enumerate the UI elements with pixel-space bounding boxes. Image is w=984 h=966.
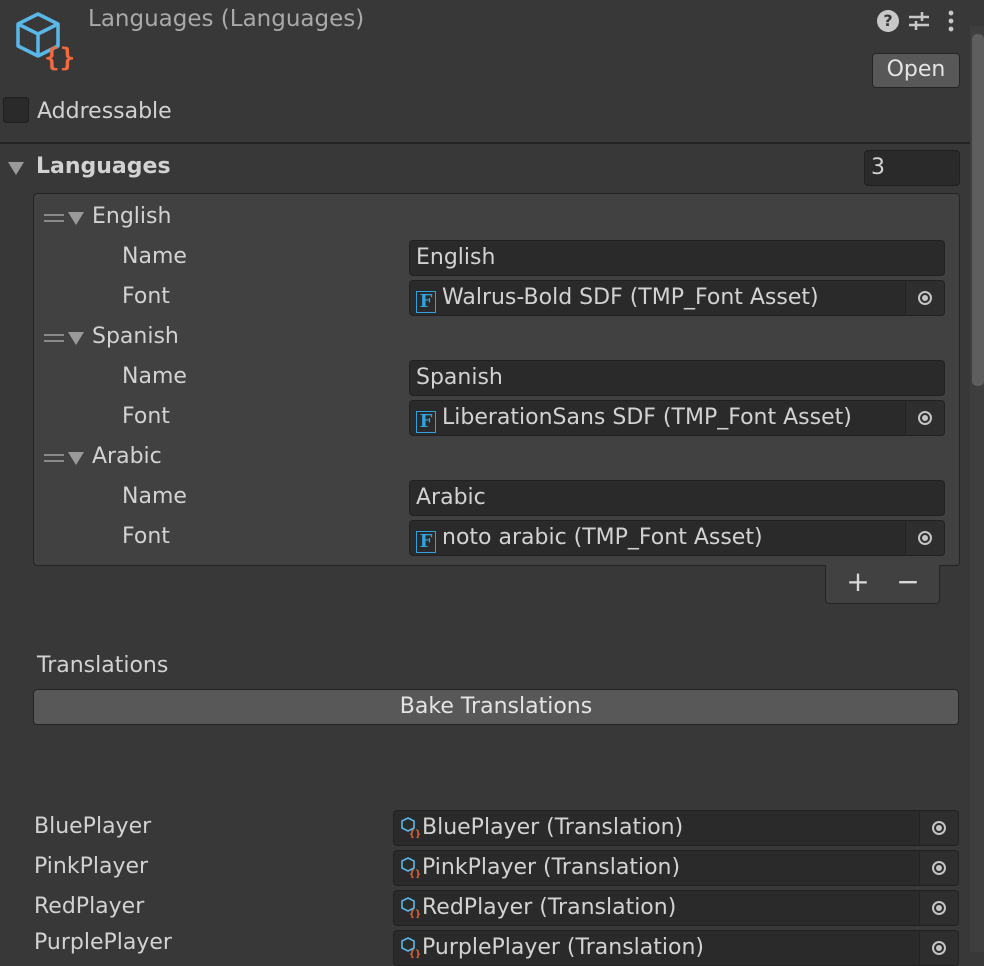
translation-asset-icon: {} xyxy=(401,937,421,960)
font-field-value: Walrus-Bold SDF (TMP_Font Asset) xyxy=(442,285,819,310)
object-picker-icon xyxy=(932,901,946,915)
translation-asset-icon: {} xyxy=(401,897,421,920)
object-picker-icon xyxy=(932,861,946,875)
name-field[interactable]: English xyxy=(409,240,945,276)
inspector-title: Languages (Languages) xyxy=(88,6,365,32)
name-label: Name xyxy=(122,484,187,509)
element-foldout-arrow[interactable] xyxy=(68,332,84,345)
player-label: PurplePlayer xyxy=(34,930,172,955)
object-picker-button[interactable] xyxy=(905,401,944,435)
translation-asset-icon: {} xyxy=(401,857,421,880)
addressable-checkbox[interactable] xyxy=(3,97,29,123)
object-picker-button[interactable] xyxy=(919,851,958,885)
svg-text:{}: {} xyxy=(409,829,420,838)
object-picker-icon xyxy=(918,531,932,545)
svg-text:{}: {} xyxy=(409,949,420,958)
object-picker-button[interactable] xyxy=(905,281,944,315)
element-foldout-arrow[interactable] xyxy=(68,452,84,465)
element-header-arabic[interactable]: Arabic xyxy=(92,444,162,469)
element-foldout-arrow[interactable] xyxy=(68,212,84,225)
bake-translations-button[interactable]: Bake Translations xyxy=(33,689,959,725)
sliders-icon[interactable] xyxy=(907,9,931,33)
translation-field[interactable]: {} PinkPlayer (Translation) xyxy=(393,850,959,886)
name-label: Name xyxy=(122,244,187,269)
translation-field[interactable]: {} BluePlayer (Translation) xyxy=(393,810,959,846)
svg-text:{}: {} xyxy=(409,869,420,878)
object-picker-icon xyxy=(932,941,946,955)
object-picker-button[interactable] xyxy=(919,811,958,845)
svg-text:{}: {} xyxy=(44,43,74,72)
font-field[interactable]: F Walrus-Bold SDF (TMP_Font Asset) xyxy=(409,280,945,316)
element-header-english[interactable]: English xyxy=(92,204,171,229)
drag-handle[interactable] xyxy=(44,453,64,463)
drag-handle[interactable] xyxy=(44,333,64,343)
object-picker-button[interactable] xyxy=(905,521,944,555)
font-label: Font xyxy=(122,524,170,549)
asset-icon: {} xyxy=(12,10,75,73)
drag-handle[interactable] xyxy=(44,213,64,223)
object-picker-button[interactable] xyxy=(919,891,958,925)
svg-text:{}: {} xyxy=(409,909,420,918)
kebab-menu-icon[interactable] xyxy=(946,10,956,34)
help-icon[interactable]: ? xyxy=(877,10,899,32)
name-label: Name xyxy=(122,364,187,389)
languages-size-field[interactable]: 3 xyxy=(864,150,960,186)
name-field[interactable]: Spanish xyxy=(409,360,945,396)
remove-element-button[interactable]: − xyxy=(895,566,921,598)
list-footer xyxy=(825,565,940,604)
font-field-value: LiberationSans SDF (TMP_Font Asset) xyxy=(442,405,852,430)
translation-asset-icon: {} xyxy=(401,817,421,840)
player-label: BluePlayer xyxy=(34,814,152,839)
font-label: Font xyxy=(122,404,170,429)
player-label: PinkPlayer xyxy=(34,854,149,879)
font-field-value: noto arabic (TMP_Font Asset) xyxy=(442,525,763,550)
font-asset-icon: F xyxy=(416,411,436,433)
languages-label[interactable]: Languages xyxy=(36,154,171,179)
open-button[interactable]: Open xyxy=(872,53,960,88)
translation-field[interactable]: {} RedPlayer (Translation) xyxy=(393,890,959,926)
font-asset-icon: F xyxy=(416,531,436,553)
translations-label: Translations xyxy=(37,653,169,678)
header-divider xyxy=(0,142,970,144)
translation-field-value: RedPlayer (Translation) xyxy=(422,895,677,920)
object-picker-icon xyxy=(918,411,932,425)
scrollbar-thumb[interactable] xyxy=(972,34,984,386)
translation-field-value: PinkPlayer (Translation) xyxy=(422,855,681,880)
addressable-label: Addressable xyxy=(37,99,172,124)
font-field[interactable]: F LiberationSans SDF (TMP_Font Asset) xyxy=(409,400,945,436)
font-label: Font xyxy=(122,284,170,309)
translation-field[interactable]: {} PurplePlayer (Translation) xyxy=(393,930,959,966)
font-field[interactable]: Fnoto arabic (TMP_Font Asset) xyxy=(409,520,945,556)
translation-field-value: BluePlayer (Translation) xyxy=(422,815,684,840)
object-picker-icon xyxy=(918,291,932,305)
element-header-spanish[interactable]: Spanish xyxy=(92,324,179,349)
object-picker-icon xyxy=(932,821,946,835)
add-element-button[interactable]: + xyxy=(845,566,871,598)
translation-field-value: PurplePlayer (Translation) xyxy=(422,935,704,960)
languages-foldout-arrow[interactable] xyxy=(8,162,24,175)
font-asset-icon: F xyxy=(416,291,436,313)
player-label: RedPlayer xyxy=(34,894,145,919)
object-picker-button[interactable] xyxy=(919,931,958,965)
name-field[interactable]: Arabic xyxy=(409,480,945,516)
